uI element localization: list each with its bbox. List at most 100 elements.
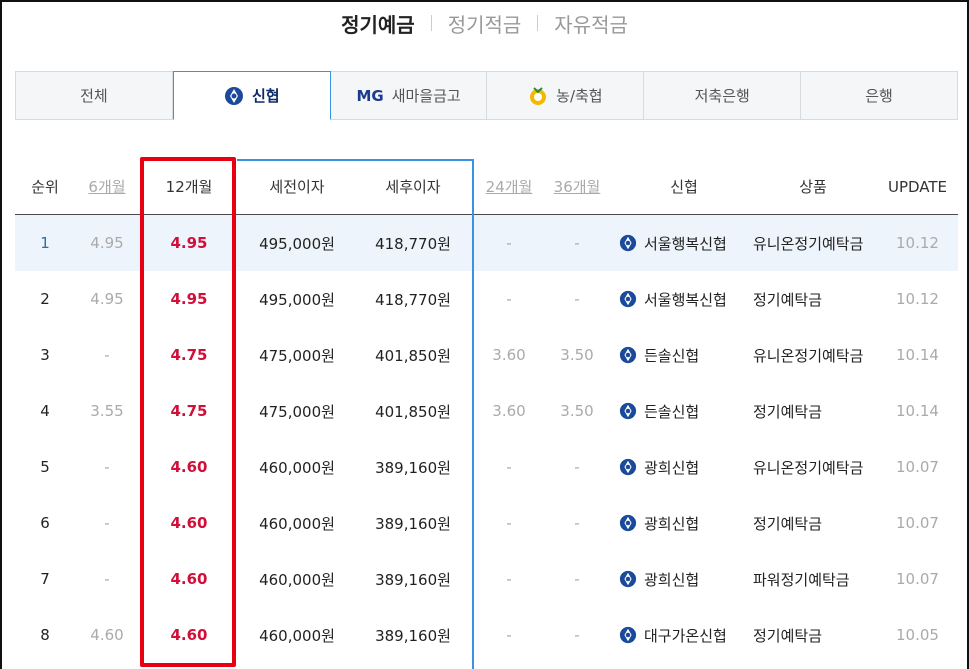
- aftertax-interest-cell: 418,770원: [375, 290, 451, 309]
- shinhyup-logo-icon: [619, 570, 637, 588]
- bank-name: 서울행복신협: [644, 290, 727, 309]
- product-cell[interactable]: 정기예탁금: [753, 271, 873, 327]
- rate-6month-cell: 4.95: [90, 234, 124, 252]
- product-cell[interactable]: 정기예탁금: [753, 607, 873, 663]
- header-24month[interactable]: 24개월: [475, 159, 543, 214]
- shinhyup-logo-icon: [224, 86, 244, 106]
- aftertax-interest-cell: 389,160원: [375, 626, 451, 645]
- shinhyup-logo-icon: [619, 402, 637, 420]
- rate-24month-cell: -: [506, 570, 512, 588]
- tab-savings-bank[interactable]: 저축은행: [644, 71, 802, 120]
- rate-6month-cell: -: [104, 570, 110, 588]
- tab-label: 농/축협: [556, 87, 603, 105]
- rank-cell: 4: [40, 402, 50, 420]
- bank-cell[interactable]: 든솔신협: [619, 383, 749, 439]
- rank-cell: 2: [40, 290, 50, 308]
- rate-24month-cell: 3.60: [492, 402, 526, 420]
- aftertax-interest-cell: 389,160원: [375, 514, 451, 533]
- pretax-interest-cell: 460,000원: [259, 626, 335, 645]
- tab-label: 은행: [865, 87, 893, 105]
- pretax-interest-cell: 460,000원: [259, 514, 335, 533]
- update-date-cell: 10.05: [896, 626, 939, 644]
- rate-24month-cell: -: [506, 514, 512, 532]
- rate-24month-cell: 3.60: [492, 346, 526, 364]
- shinhyup-logo-icon: [619, 234, 637, 252]
- interest-column-divider: [472, 159, 474, 669]
- rate-36month-cell: 3.50: [560, 402, 594, 420]
- rate-6month-cell: 4.60: [90, 626, 124, 644]
- header-product: 상품: [799, 178, 827, 196]
- update-date-cell: 10.07: [896, 514, 939, 532]
- product-cell[interactable]: 정기예탁금: [753, 495, 873, 551]
- highlight-12month-box: [140, 157, 236, 667]
- pretax-interest-cell: 495,000원: [259, 234, 335, 253]
- bank-cell[interactable]: 서울행복신협: [619, 215, 749, 271]
- product-cell[interactable]: 파워정기예탁금: [753, 551, 873, 607]
- shinhyup-logo-icon: [619, 290, 637, 308]
- nav-free-savings[interactable]: 자유적금: [538, 9, 644, 38]
- institution-tabs: 전체 신협 MG 새마을금고 농/축협 저축은행 은행: [15, 71, 958, 120]
- bank-cell[interactable]: 든솔신협: [619, 327, 749, 383]
- rank-cell: 8: [40, 626, 50, 644]
- aftertax-interest-cell: 389,160원: [375, 570, 451, 589]
- header-bank: 신협: [670, 178, 698, 196]
- tab-shinhyup[interactable]: 신협: [172, 71, 331, 120]
- update-date-cell: 10.12: [896, 290, 939, 308]
- rank-cell: 3: [40, 346, 50, 364]
- rate-6month-cell: 3.55: [90, 402, 124, 420]
- product-type-nav: 정기예금 정기적금 자유적금: [0, 8, 969, 38]
- aftertax-interest-cell: 401,850원: [375, 402, 451, 421]
- update-date-cell: 10.07: [896, 570, 939, 588]
- rate-36month-cell: -: [574, 290, 580, 308]
- tab-label: 신협: [251, 87, 280, 105]
- tab-all[interactable]: 전체: [15, 71, 173, 120]
- pretax-interest-cell: 460,000원: [259, 570, 335, 589]
- product-cell[interactable]: 유니온정기예탁금: [753, 215, 873, 271]
- nonghyup-logo-icon: [528, 86, 548, 106]
- tab-bank[interactable]: 은행: [801, 71, 958, 120]
- bank-cell[interactable]: 서울행복신협: [619, 271, 749, 327]
- rate-6month-cell: -: [104, 458, 110, 476]
- rate-36month-cell: -: [574, 458, 580, 476]
- rate-24month-cell: -: [506, 290, 512, 308]
- product-cell[interactable]: 유니온정기예탁금: [753, 439, 873, 495]
- nav-installment-savings[interactable]: 정기적금: [432, 9, 538, 38]
- mg-logo-icon: MG: [356, 86, 384, 105]
- aftertax-interest-cell: 389,160원: [375, 458, 451, 477]
- header-6month[interactable]: 6개월: [75, 159, 139, 214]
- bank-cell[interactable]: 광희신협: [619, 439, 749, 495]
- rank-cell: 6: [40, 514, 50, 532]
- tab-mg[interactable]: MG 새마을금고: [330, 71, 488, 120]
- bank-cell[interactable]: 대구가온신협: [619, 607, 749, 663]
- update-date-cell: 10.07: [896, 458, 939, 476]
- rate-36month-cell: -: [574, 626, 580, 644]
- rate-36month-cell: -: [574, 570, 580, 588]
- bank-name: 광희신협: [644, 570, 700, 589]
- product-cell[interactable]: 유니온정기예탁금: [753, 327, 873, 383]
- bank-name: 든솔신협: [644, 402, 700, 421]
- product-cell[interactable]: 정기예탁금: [753, 383, 873, 439]
- nav-fixed-deposit[interactable]: 정기예금: [325, 9, 431, 38]
- pretax-interest-cell: 460,000원: [259, 458, 335, 477]
- interest-column-frame: [237, 159, 474, 213]
- rank-cell: 5: [40, 458, 50, 476]
- rank-cell: 7: [40, 570, 50, 588]
- bank-cell[interactable]: 광희신협: [619, 551, 749, 607]
- rate-36month-cell: -: [574, 234, 580, 252]
- rank-cell: 1: [40, 234, 50, 252]
- update-date-cell: 10.14: [896, 402, 939, 420]
- bank-name: 대구가온신협: [644, 626, 727, 645]
- shinhyup-logo-icon: [619, 626, 637, 644]
- tab-nonghyup[interactable]: 농/축협: [487, 71, 645, 120]
- rate-24month-cell: -: [506, 234, 512, 252]
- header-rank: 순위: [31, 178, 59, 196]
- header-36month[interactable]: 36개월: [543, 159, 611, 214]
- bank-cell[interactable]: 광희신협: [619, 495, 749, 551]
- bank-name: 광희신협: [644, 514, 700, 533]
- header-update: UPDATE: [887, 177, 948, 196]
- rate-36month-cell: 3.50: [560, 346, 594, 364]
- pretax-interest-cell: 475,000원: [259, 402, 335, 421]
- rate-24month-cell: -: [506, 626, 512, 644]
- aftertax-interest-cell: 418,770원: [375, 234, 451, 253]
- shinhyup-logo-icon: [619, 514, 637, 532]
